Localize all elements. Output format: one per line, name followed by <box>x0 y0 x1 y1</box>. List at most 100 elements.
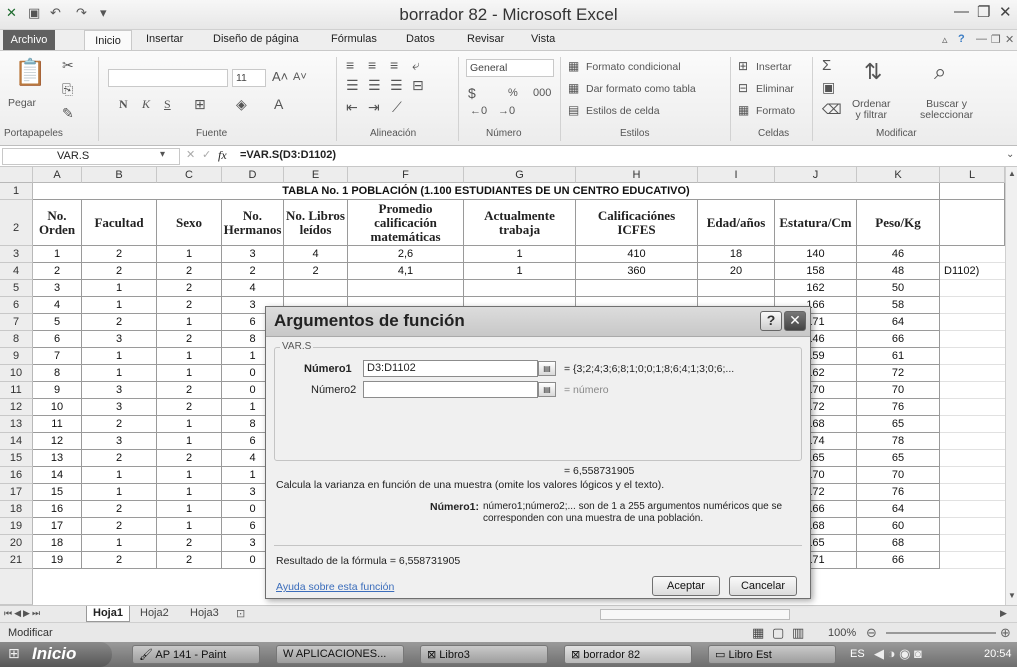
table-cell[interactable]: 16 <box>33 501 82 518</box>
clear-icon[interactable]: ⌫ <box>822 101 842 118</box>
paste-icon[interactable]: 📋 <box>14 57 46 88</box>
zoom-in-icon[interactable]: ⊕ <box>1000 625 1011 641</box>
tab-hoja3[interactable]: Hoja3 <box>190 607 219 619</box>
table-cell[interactable]: 2 <box>82 314 157 331</box>
fill-color-icon[interactable]: ◈ <box>236 96 247 113</box>
table-cell[interactable]: 2 <box>157 382 222 399</box>
table-cell[interactable]: 2 <box>82 263 157 280</box>
find-select-icon[interactable]: ⌕ <box>934 59 946 85</box>
column-title[interactable]: Actualmente trabaja <box>464 200 576 246</box>
tab-insertar[interactable]: Insertar <box>146 33 183 45</box>
table-cell[interactable]: 8 <box>33 365 82 382</box>
thousands-button[interactable]: 000 <box>533 87 551 99</box>
row-header[interactable]: 7 <box>0 314 33 331</box>
name-box-dropdown-icon[interactable]: ▾ <box>160 149 165 160</box>
table-cell[interactable]: 360 <box>576 263 698 280</box>
normal-view-icon[interactable]: ▦ <box>752 625 764 641</box>
collapse-ribbon-icon[interactable]: ▵ <box>942 33 948 46</box>
table-cell[interactable]: 2 <box>157 263 222 280</box>
merge-center-icon[interactable]: ⊟ <box>412 77 424 94</box>
row-header[interactable]: 2 <box>0 200 33 246</box>
paste-button[interactable]: Pegar <box>8 97 36 109</box>
column-header[interactable]: F <box>348 167 464 183</box>
row-header[interactable]: 5 <box>0 280 33 297</box>
table-cell[interactable]: 66 <box>857 552 940 569</box>
table-cell[interactable]: 3 <box>82 382 157 399</box>
table-cell[interactable] <box>348 280 464 297</box>
insert-cells-icon[interactable]: ⊞ <box>738 59 748 73</box>
table-cell[interactable]: 48 <box>857 263 940 280</box>
table-cell[interactable]: 410 <box>576 246 698 263</box>
column-title[interactable]: Facultad <box>82 200 157 246</box>
cell[interactable] <box>940 535 1005 552</box>
select-all-corner[interactable] <box>0 167 33 183</box>
cell[interactable] <box>940 200 1005 246</box>
dialog-title-bar[interactable]: Argumentos de función ? ✕ <box>266 307 810 337</box>
tray-icons[interactable]: ◀ ◑ ◉ ◙ <box>874 646 922 662</box>
table-cell[interactable]: 1 <box>33 246 82 263</box>
fill-icon[interactable]: ▣ <box>822 79 835 96</box>
tab-hoja1[interactable]: Hoja1 <box>86 606 130 622</box>
table-cell[interactable]: 1 <box>157 416 222 433</box>
start-button[interactable]: ⊞ Inicio <box>0 642 112 667</box>
table-cell[interactable]: 19 <box>33 552 82 569</box>
table-cell[interactable]: 4,1 <box>348 263 464 280</box>
underline-icon[interactable]: S <box>164 97 171 112</box>
table-cell[interactable]: 4 <box>284 246 348 263</box>
table-cell[interactable]: 1 <box>464 246 576 263</box>
table-cell[interactable]: 7 <box>33 348 82 365</box>
table-cell[interactable]: 2 <box>157 450 222 467</box>
table-cell[interactable]: 1 <box>82 484 157 501</box>
table-cell[interactable]: 2 <box>157 552 222 569</box>
table-cell[interactable]: 76 <box>857 484 940 501</box>
decrease-indent-icon[interactable]: ⇤ <box>346 99 358 116</box>
cell-styles-icon[interactable]: ▤ <box>568 103 579 117</box>
autosum-icon[interactable]: Σ <box>822 57 831 74</box>
workbook-restore-icon[interactable]: ❐ <box>991 33 1001 46</box>
row-header[interactable]: 18 <box>0 501 33 518</box>
tab-datos[interactable]: Datos <box>406 33 435 45</box>
row-header[interactable]: 1 <box>0 183 33 200</box>
table-cell[interactable]: 65 <box>857 450 940 467</box>
workbook-minimize-icon[interactable]: — <box>976 33 987 45</box>
number-format-select[interactable]: General <box>466 59 554 77</box>
sort-filter-button[interactable]: Ordenar y filtrar <box>852 99 891 121</box>
cell[interactable] <box>940 314 1005 331</box>
table-cell[interactable]: 2 <box>157 535 222 552</box>
scroll-right-icon[interactable]: ▶ <box>1000 608 1007 619</box>
cell[interactable] <box>940 518 1005 535</box>
tab-diseno-pagina[interactable]: Diseño de página <box>213 33 299 45</box>
table-cell[interactable]: 4 <box>222 280 284 297</box>
cell[interactable] <box>940 183 1005 200</box>
table-cell[interactable]: 14 <box>33 467 82 484</box>
wrap-text-icon[interactable]: ⤶ <box>412 57 420 74</box>
cell[interactable] <box>940 450 1005 467</box>
column-title[interactable]: Promedio calificación matemáticas <box>348 200 464 246</box>
row-header[interactable]: 9 <box>0 348 33 365</box>
table-cell[interactable]: 3 <box>82 399 157 416</box>
table-cell[interactable]: 20 <box>698 263 775 280</box>
table-cell[interactable]: 1 <box>157 501 222 518</box>
sheet-nav-icon[interactable]: ⏮◀▶⏭ <box>4 608 42 619</box>
borders-icon[interactable]: ⊞ <box>194 96 206 113</box>
font-color-icon[interactable]: A <box>274 96 283 112</box>
align-middle-icon[interactable]: ≡ <box>368 57 376 73</box>
restore-icon[interactable]: ❐ <box>977 3 990 21</box>
vertical-scrollbar[interactable]: ▲ ▼ <box>1005 167 1017 605</box>
table-cell[interactable]: 68 <box>857 535 940 552</box>
cell[interactable] <box>940 348 1005 365</box>
increase-decimal-icon[interactable]: ←0 <box>470 105 487 117</box>
table-cell[interactable]: 11 <box>33 416 82 433</box>
table-cell[interactable]: 162 <box>775 280 857 297</box>
formula-input[interactable]: =VAR.S(D3:D1102) <box>240 149 336 161</box>
column-title[interactable]: Edad/años <box>698 200 775 246</box>
find-select-button[interactable]: Buscar y seleccionar <box>920 99 973 121</box>
table-cell[interactable]: 1 <box>82 535 157 552</box>
cell[interactable] <box>940 552 1005 569</box>
arg1-collapse-icon[interactable]: ▤ <box>538 361 556 376</box>
conditional-format-button[interactable]: Formato condicional <box>586 61 681 73</box>
cell[interactable] <box>940 433 1005 450</box>
tab-archivo[interactable]: Archivo <box>3 30 55 50</box>
table-cell[interactable]: 5 <box>33 314 82 331</box>
table-cell[interactable]: 1 <box>82 348 157 365</box>
